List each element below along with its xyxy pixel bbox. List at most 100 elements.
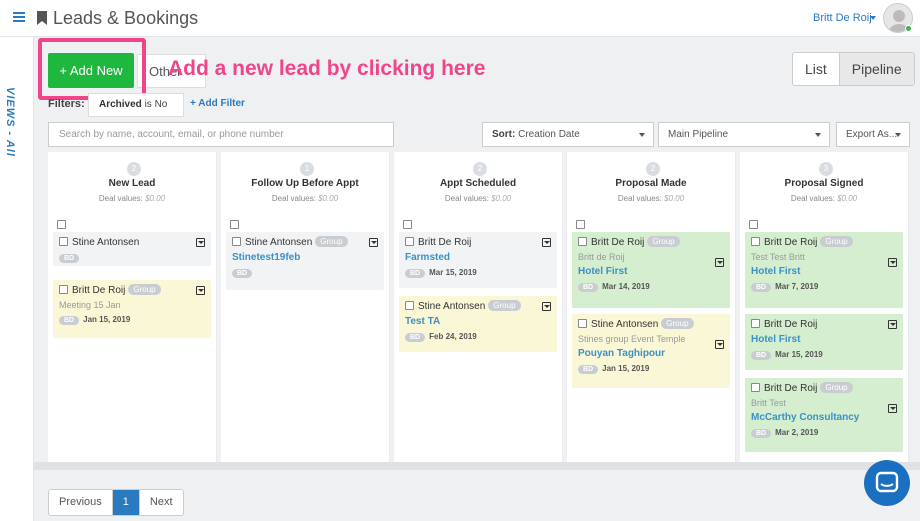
lead-card[interactable]: Stine Antonsen Group Stines group Event Te… <box>572 314 730 388</box>
pipeline-select[interactable]: Main Pipeline <box>658 122 830 147</box>
pipeline-board: 2 New Lead Deal values: $0.00 Stine Antonse… <box>34 152 920 462</box>
card-checkbox[interactable] <box>578 319 587 328</box>
card-menu-icon[interactable] <box>715 340 724 349</box>
chevron-down-icon[interactable] <box>870 16 876 20</box>
current-page-button[interactable]: 1 <box>112 490 140 515</box>
column-deal-values: Deal values: $0.00 <box>48 194 216 203</box>
lead-name[interactable]: Britt De Roij <box>764 319 817 330</box>
lead-name[interactable]: Britt De Roij <box>418 237 471 248</box>
select-all-checkbox[interactable] <box>749 220 758 229</box>
lead-name[interactable]: Stine Antonsen <box>72 237 139 248</box>
column-count-badge: 2 <box>127 162 141 176</box>
lead-name[interactable]: Britt De Roij <box>764 383 817 394</box>
card-meta: BD <box>59 253 205 263</box>
lead-name[interactable]: Stine Antonsen <box>591 319 658 330</box>
account-link[interactable]: Hotel First <box>751 334 897 345</box>
card-menu-icon[interactable] <box>542 238 551 247</box>
card-meta: BD Jan 15, 2019 <box>59 315 205 325</box>
add-filter-link[interactable]: + Add Filter <box>190 98 245 109</box>
card-date: Mar 7, 2019 <box>775 282 819 291</box>
views-sidebar[interactable]: VIEWS - All <box>0 37 34 521</box>
lead-subtitle: Britt Test <box>751 398 786 408</box>
lead-name[interactable]: Stine Antonsen <box>245 237 312 248</box>
lead-card[interactable]: Stine Antonsen Group Stinetest19feb BD <box>226 232 384 290</box>
sort-select[interactable]: Sort: Creation Date <box>482 122 654 147</box>
card-meta: BD Mar 7, 2019 <box>751 282 897 292</box>
card-menu-icon[interactable] <box>196 286 205 295</box>
account-link[interactable]: Stinetest19feb <box>232 252 378 263</box>
card-meta: BD Mar 2, 2019 <box>751 428 897 438</box>
deal-values-amount: $0.00 <box>145 194 166 203</box>
views-label[interactable]: VIEWS - All <box>4 87 16 157</box>
account-link[interactable]: Farmsted <box>405 252 551 263</box>
select-all-checkbox[interactable] <box>576 220 585 229</box>
card-checkbox[interactable] <box>751 383 760 392</box>
card-checkbox[interactable] <box>751 319 760 328</box>
card-menu-icon[interactable] <box>888 258 897 267</box>
account-link[interactable]: Hotel First <box>578 266 724 277</box>
sort-label: Sort: <box>492 129 516 140</box>
column-count-badge: 3 <box>819 162 833 176</box>
pipeline-view-button[interactable]: Pipeline <box>838 53 914 85</box>
online-status-indicator <box>905 25 912 32</box>
card-menu-icon[interactable] <box>196 238 205 247</box>
lead-card[interactable]: Britt De Roij Group Britt de Roij Hotel Fir… <box>572 232 730 308</box>
select-all-checkbox[interactable] <box>57 220 66 229</box>
lead-card[interactable]: Britt De Roij Group Test Test Britt Hotel F… <box>745 232 903 308</box>
card-menu-icon[interactable] <box>369 238 378 247</box>
card-checkbox[interactable] <box>232 237 241 246</box>
deal-values-amount: $0.00 <box>318 194 339 203</box>
select-all-checkbox[interactable] <box>230 220 239 229</box>
card-checkbox[interactable] <box>405 237 414 246</box>
card-menu-icon[interactable] <box>715 258 724 267</box>
previous-page-button[interactable]: Previous <box>49 490 113 515</box>
card-checkbox[interactable] <box>59 237 68 246</box>
card-checkbox[interactable] <box>405 301 414 310</box>
lead-card[interactable]: Stine Antonsen BD <box>53 232 211 266</box>
card-checkbox[interactable] <box>578 237 587 246</box>
card-date: Mar 14, 2019 <box>602 282 650 291</box>
user-menu[interactable]: Britt De Roij <box>813 12 872 24</box>
deal-values-label: Deal values: <box>790 194 835 203</box>
chat-widget-button[interactable] <box>864 460 910 506</box>
card-checkbox[interactable] <box>59 285 68 294</box>
select-all-checkbox[interactable] <box>403 220 412 229</box>
page-title: Leads & Bookings <box>53 8 199 28</box>
lead-card[interactable]: Britt De Roij Hotel First BD Mar 15, 2019 <box>745 314 903 370</box>
lead-card[interactable]: Britt De Roij Farmsted BD Mar 15, 2019 <box>399 232 557 288</box>
hamburger-menu-icon[interactable] <box>13 12 25 22</box>
horizontal-scrollbar[interactable] <box>34 462 920 470</box>
group-badge: Group <box>820 236 853 247</box>
deal-values-amount: $0.00 <box>491 194 512 203</box>
export-button[interactable]: Export As... <box>836 122 910 147</box>
column-deal-values: Deal values: $0.00 <box>221 194 389 203</box>
lead-name[interactable]: Britt De Roij <box>591 237 644 248</box>
lead-name[interactable]: Stine Antonsen <box>418 301 485 312</box>
lead-card[interactable]: Britt De Roij Group Britt Test McCarthy Con… <box>745 378 903 452</box>
filter-field: Archived <box>99 99 142 110</box>
group-badge: Group <box>488 300 521 311</box>
lead-card[interactable]: Britt De Roij Group Meeting 15 Jan BD Jan 15… <box>53 280 211 338</box>
account-link[interactable]: Hotel First <box>751 266 897 277</box>
card-menu-icon[interactable] <box>542 302 551 311</box>
account-link[interactable]: Pouyan Taghipour <box>578 348 724 359</box>
card-checkbox[interactable] <box>751 237 760 246</box>
lead-card[interactable]: Stine Antonsen Group Test TA BD Feb 24, 2019 <box>399 296 557 352</box>
filter-chip-archived[interactable]: Archived is No <box>88 93 184 117</box>
owner-initials-badge: BD <box>751 429 772 438</box>
account-link[interactable]: McCarthy Consultancy <box>751 412 897 423</box>
card-menu-icon[interactable] <box>888 320 897 329</box>
column-title: Appt Scheduled <box>439 178 517 189</box>
card-menu-icon[interactable] <box>888 404 897 413</box>
list-view-button[interactable]: List <box>793 53 839 85</box>
lead-name[interactable]: Britt De Roij <box>764 237 817 248</box>
card-date: Jan 15, 2019 <box>83 315 131 324</box>
search-input[interactable] <box>48 122 394 147</box>
account-link[interactable]: Test TA <box>405 316 551 327</box>
lead-name[interactable]: Britt De Roij <box>72 285 125 296</box>
card-meta: BD <box>232 268 378 278</box>
owner-initials-badge: BD <box>232 269 253 278</box>
column-title: Proposal Made <box>615 178 687 189</box>
lead-subtitle: Meeting 15 Jan <box>59 300 121 310</box>
next-page-button[interactable]: Next <box>140 490 183 515</box>
